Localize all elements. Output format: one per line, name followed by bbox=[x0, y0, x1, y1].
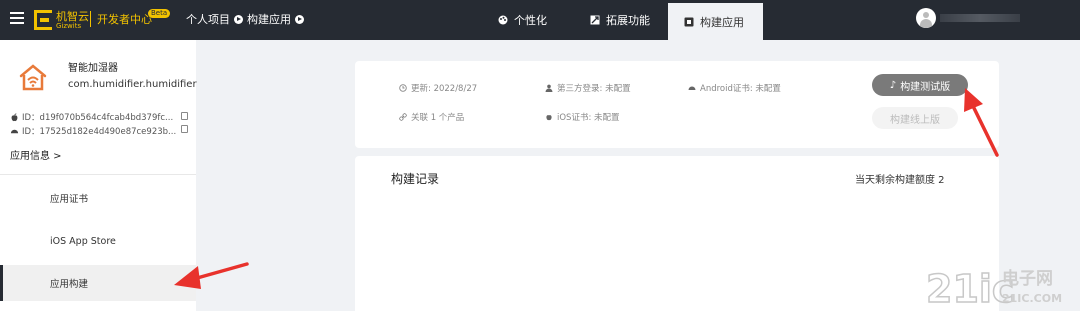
copy-android-id-icon[interactable] bbox=[181, 125, 188, 133]
watermark-name: 电子网 bbox=[1002, 268, 1053, 289]
sidebar-divider bbox=[0, 174, 196, 175]
updated-date-text: 更新: 2022/8/27 bbox=[411, 84, 478, 94]
user-icon bbox=[545, 84, 553, 92]
smart-home-app-icon bbox=[19, 64, 47, 91]
clock-icon bbox=[399, 84, 407, 92]
tab-personalize[interactable]: 个性化 bbox=[482, 0, 563, 40]
hamburger-menu-icon[interactable] bbox=[10, 12, 24, 24]
android-cert-text: Android证书: 未配置 bbox=[700, 84, 781, 94]
watermark-domain: 21IC.COM bbox=[1002, 292, 1062, 305]
app-name: 智能加湿器 bbox=[68, 63, 118, 74]
music-note-icon: ♪ bbox=[889, 79, 897, 91]
apple-icon bbox=[546, 115, 552, 121]
build-quota-remaining: 当天剩余构建额度 2 bbox=[855, 175, 945, 186]
tab-personalize-label: 个性化 bbox=[514, 14, 547, 27]
developer-center-title[interactable]: 开发者中心 bbox=[90, 11, 152, 27]
linked-products[interactable]: 关联 1 个产品 bbox=[399, 111, 464, 123]
breadcrumb-build-app[interactable]: 构建应用 bbox=[247, 11, 291, 27]
linked-products-text: 关联 1 个产品 bbox=[411, 113, 465, 123]
app-sidebar: 智能加湿器 com.humidifier.humidifier ID：d19f0… bbox=[0, 40, 197, 311]
beta-badge: Beta bbox=[148, 9, 171, 18]
sidebar-item-app-certificate[interactable]: 应用证书 bbox=[0, 180, 196, 216]
updated-date: 更新: 2022/8/27 bbox=[399, 82, 477, 94]
link-icon bbox=[399, 113, 407, 121]
ios-app-id: ID：d19f070b564c4fcab4bd379fc... bbox=[22, 113, 174, 123]
ios-app-id-row: ID：d19f070b564c4fcab4bd379fc... bbox=[10, 111, 196, 123]
build-test-version-label: 构建测试版 bbox=[900, 81, 951, 93]
android-app-id: ID：17525d182e4d490e87ce923b... bbox=[22, 127, 177, 137]
android-cert-status: Android证书: 未配置 bbox=[688, 82, 781, 94]
build-records-title: 构建记录 bbox=[391, 172, 440, 186]
tab-build-app-label: 构建应用 bbox=[700, 15, 744, 29]
build-release-version-button[interactable]: 构建线上版 bbox=[872, 107, 958, 129]
breadcrumb-personal-project[interactable]: 个人项目 bbox=[186, 11, 230, 27]
app-info-link[interactable]: 应用信息 > bbox=[10, 147, 62, 162]
third-party-login-text: 第三方登录: 未配置 bbox=[557, 84, 631, 94]
android-icon bbox=[688, 86, 696, 90]
user-avatar[interactable] bbox=[916, 8, 936, 28]
logo-mark-icon bbox=[34, 10, 52, 30]
sidebar-item-ios-app-store[interactable]: iOS App Store bbox=[0, 223, 196, 259]
ios-cert-status: iOS证书: 未配置 bbox=[545, 111, 620, 123]
breadcrumb: 个人项目 构建应用 bbox=[186, 11, 304, 27]
sidebar-item-app-build[interactable]: 应用构建 bbox=[0, 265, 196, 301]
app-bundle-id: com.humidifier.humidifier bbox=[68, 79, 197, 90]
android-icon bbox=[10, 129, 19, 133]
breadcrumb-expand-icon[interactable] bbox=[295, 14, 304, 24]
android-app-id-row: ID：17525d182e4d490e87ce923b... bbox=[10, 125, 196, 137]
ios-cert-text: iOS证书: 未配置 bbox=[557, 113, 620, 123]
logo-english-name: Gizwits bbox=[56, 21, 82, 30]
gizwits-logo[interactable]: 机智云 Gizwits bbox=[34, 9, 89, 31]
tab-extensions-label: 拓展功能 bbox=[606, 14, 650, 27]
21ic-watermark-logo: 21ic 电子网 21IC.COM bbox=[926, 266, 1062, 308]
tab-extensions[interactable]: 拓展功能 bbox=[574, 0, 666, 40]
build-test-version-button[interactable]: ♪ 构建测试版 bbox=[872, 74, 968, 96]
tab-build-app[interactable]: 构建应用 bbox=[668, 3, 763, 40]
user-name-redacted[interactable] bbox=[940, 14, 1020, 22]
copy-ios-id-icon[interactable] bbox=[181, 112, 188, 120]
palette-icon bbox=[498, 15, 508, 25]
apple-icon bbox=[11, 112, 18, 121]
build-icon bbox=[684, 17, 694, 26]
breadcrumb-separator-icon bbox=[234, 14, 243, 24]
logo-chinese-name: 机智云 bbox=[56, 9, 89, 23]
top-navigation-bar: 机智云 Gizwits 开发者中心 Beta 个人项目 构建应用 个性化 拓展功… bbox=[0, 0, 1080, 40]
extension-icon bbox=[590, 15, 600, 25]
third-party-login-status: 第三方登录: 未配置 bbox=[545, 82, 631, 94]
